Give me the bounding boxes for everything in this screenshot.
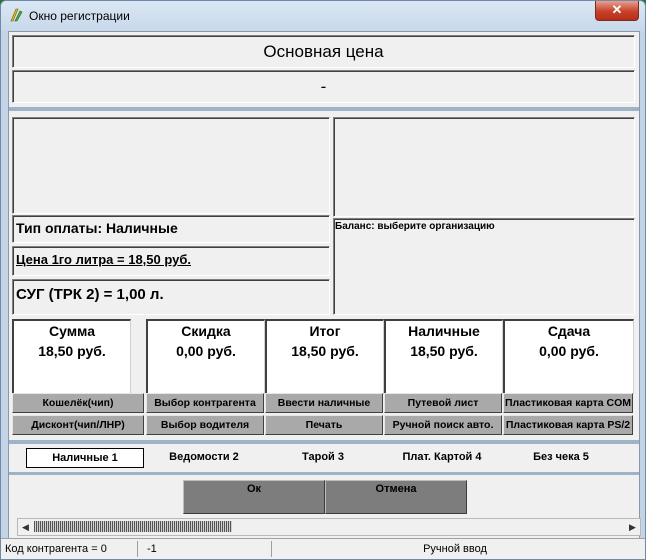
price-per-liter-box: Цена 1го литра = 18,50 руб.	[12, 246, 330, 276]
manual-car-search-button[interactable]: Ручной поиск авто.	[384, 415, 502, 435]
separator-bar-3	[9, 472, 639, 475]
title-bar[interactable]: Окно регистрации ✕	[1, 1, 645, 31]
price-subtitle-box: -	[12, 70, 635, 103]
status-bar: Код контрагента = 0 -1 Ручной ввод	[1, 538, 645, 559]
balance-top-panel	[333, 117, 635, 217]
total-sum-value: 18,50 руб.	[38, 343, 106, 359]
tab-statements[interactable]: Ведомости 2	[146, 448, 262, 466]
tab-no-receipt[interactable]: Без чека 5	[503, 448, 619, 466]
balance-label: Баланс: выберите организацию	[335, 221, 495, 232]
final-total-value: 18,50 руб.	[291, 343, 359, 359]
ok-button[interactable]: Ок	[183, 480, 325, 514]
wallet-chip-button[interactable]: Кошелёк(чип)	[12, 393, 144, 413]
total-sum-title: Сумма	[48, 323, 96, 339]
pump-volume-box: СУГ (ТРК 2) = 1,00 л.	[12, 279, 330, 315]
cash-title: Наличные	[408, 323, 480, 339]
window-title: Окно регистрации	[29, 9, 130, 23]
registration-window: Окно регистрации ✕ Основная цена - Тип о…	[0, 0, 646, 560]
pump-volume-label: СУГ (ТРК 2) = 1,00 л.	[16, 286, 164, 303]
app-icon	[10, 8, 23, 22]
price-title: Основная цена	[263, 42, 384, 61]
separator-bar	[9, 107, 639, 111]
price-subtitle: -	[320, 77, 327, 96]
price-per-liter-label: Цена 1го литра = 18,50 руб.	[16, 252, 191, 267]
status-counterparty-code: Код контрагента = 0	[5, 541, 138, 557]
balance-panel: Баланс: выберите организацию	[333, 218, 635, 315]
client-area: Основная цена - Тип оплаты: Наличные Цен…	[8, 31, 641, 540]
change-box: Сдача 0,00 руб.	[503, 319, 634, 394]
scroll-right-arrow-icon[interactable]: ▶	[625, 519, 640, 535]
tab-container[interactable]: Тарой 3	[265, 448, 381, 466]
discount-title: Скидка	[181, 323, 231, 339]
final-total-box: Итог 18,50 руб.	[265, 319, 384, 394]
plastic-card-ps2-button[interactable]: Пластиковая карта PS/2	[503, 415, 633, 435]
change-title: Сдача	[547, 323, 591, 339]
payment-type-box: Тип оплаты: Наличные	[12, 215, 330, 243]
discount-box: Скидка 0,00 руб.	[146, 319, 265, 394]
scroll-thumb[interactable]	[34, 521, 232, 532]
select-counterparty-button[interactable]: Выбор контрагента	[146, 393, 264, 413]
tab-cash[interactable]: Наличные 1	[26, 448, 144, 468]
scroll-left-arrow-icon[interactable]: ◀	[18, 519, 33, 535]
separator-bar-2	[9, 440, 639, 444]
price-title-box: Основная цена	[12, 35, 635, 68]
select-driver-button[interactable]: Выбор водителя	[146, 415, 264, 435]
close-button[interactable]: ✕	[595, 1, 639, 21]
total-sum-box: Сумма 18,50 руб.	[12, 319, 131, 394]
cash-value: 18,50 руб.	[410, 343, 478, 359]
waybill-button[interactable]: Путевой лист	[384, 393, 502, 413]
enter-cash-button[interactable]: Ввести наличные	[265, 393, 383, 413]
discount-chip-button[interactable]: Дисконт(чип/ЛНР)	[12, 415, 144, 435]
cancel-button[interactable]: Отмена	[325, 480, 467, 514]
cash-box: Наличные 18,50 руб.	[384, 319, 503, 394]
payment-type-label: Тип оплаты: Наличные	[16, 220, 178, 236]
status-input-mode: Ручной ввод	[423, 543, 487, 555]
discount-value: 0,00 руб.	[176, 343, 236, 359]
close-icon: ✕	[611, 2, 623, 17]
tab-card-payment[interactable]: Плат. Картой 4	[384, 448, 500, 466]
plastic-card-com-button[interactable]: Пластиковая карта COM	[503, 393, 633, 413]
status-value: -1	[143, 541, 272, 557]
horizontal-scrollbar[interactable]: ◀ ▶	[17, 518, 641, 536]
change-value: 0,00 руб.	[539, 343, 599, 359]
print-button[interactable]: Печать	[265, 415, 383, 435]
final-total-title: Итог	[309, 323, 341, 339]
info-panel	[12, 117, 330, 214]
